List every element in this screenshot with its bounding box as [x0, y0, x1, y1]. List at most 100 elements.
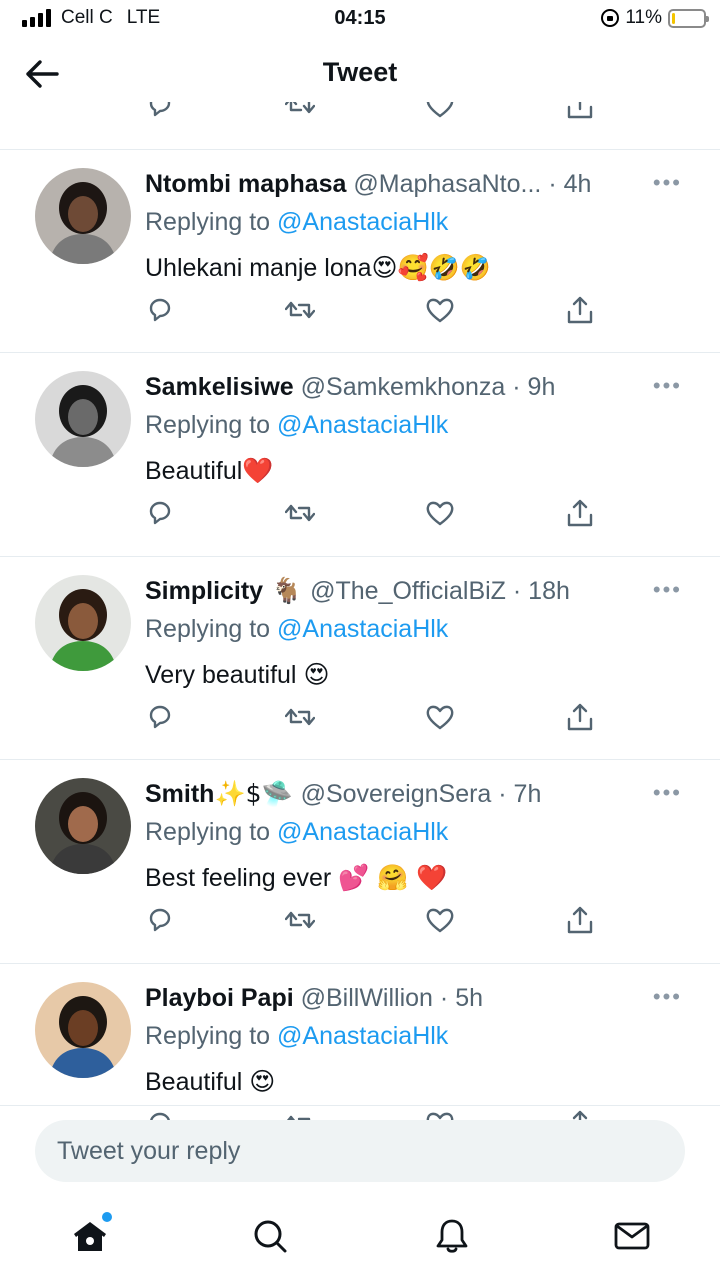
reply-button[interactable] [145, 702, 175, 732]
tweet-body: Beautiful [145, 1068, 250, 1096]
reply-input[interactable] [35, 1120, 685, 1182]
avatar[interactable] [35, 575, 131, 671]
display-name[interactable]: Playboi Papi [145, 984, 294, 1012]
user-handle[interactable]: @The_OfficialBiZ [310, 577, 506, 605]
replying-to-link[interactable]: @AnastaciaHlk [277, 1022, 448, 1050]
share-button[interactable] [565, 295, 595, 325]
retweet-button[interactable] [285, 702, 315, 732]
messages-icon [614, 1222, 650, 1250]
retweet-button[interactable] [285, 295, 315, 325]
reply-button[interactable] [145, 295, 175, 325]
search-icon [254, 1220, 287, 1253]
notifications-icon [436, 1219, 468, 1253]
name-emoji: ✨$🛸 [214, 779, 301, 808]
tweet-emojis: 😍 [303, 660, 330, 689]
like-button[interactable] [425, 905, 455, 935]
tab-notifications[interactable] [430, 1214, 474, 1258]
user-handle[interactable]: @Samkemkhonza [301, 373, 506, 401]
timestamp: · 4h [548, 170, 592, 198]
timestamp: · 5h [439, 984, 484, 1012]
tweet-text: Very beautiful 😍 [145, 658, 330, 692]
previous-tweet-actions [0, 102, 720, 126]
display-name[interactable]: Smith [145, 780, 214, 808]
tab-home[interactable] [68, 1212, 112, 1258]
retweet-icon [285, 301, 315, 319]
replying-to-link[interactable]: @AnastaciaHlk [277, 615, 448, 643]
more-options-icon[interactable]: ••• [653, 577, 682, 603]
timestamp: · 9h [512, 373, 556, 401]
like-button[interactable] [425, 498, 455, 528]
user-handle[interactable]: @BillWillion [301, 984, 433, 1012]
avatar[interactable] [35, 168, 131, 264]
share-icon [567, 296, 593, 324]
avatar[interactable] [35, 371, 131, 467]
share-button[interactable] [565, 702, 595, 732]
share-icon[interactable] [565, 102, 595, 120]
reply-box[interactable] [35, 1120, 685, 1182]
reply-button[interactable] [145, 905, 175, 935]
tweet-emojis: ❤️ [242, 456, 274, 485]
retweet-icon[interactable] [285, 102, 315, 120]
share-button[interactable] [565, 498, 595, 528]
avatar[interactable] [35, 982, 131, 1078]
reply-button[interactable] [145, 498, 175, 528]
share-icon [567, 499, 593, 527]
tab-messages[interactable] [610, 1214, 654, 1258]
replying-to-link[interactable]: @AnastaciaHlk [277, 818, 448, 846]
replying-to: Replying to @AnastaciaHlk [145, 1020, 448, 1052]
tweet-card[interactable]: Ntombi maphasa @MaphasaNto... · 4h ••• Rep… [0, 150, 720, 353]
status-bar: Cell C LTE 04:15 11% [0, 0, 720, 40]
tweet-actions [145, 295, 605, 327]
more-options-icon[interactable]: ••• [653, 170, 682, 196]
page-title: Tweet [322, 57, 398, 87]
timestamp: · 18h [512, 577, 570, 605]
display-name[interactable]: Ntombi maphasa [145, 170, 346, 198]
like-icon [426, 298, 454, 323]
tweet-emojis: 💕 🤗 ❤️ [338, 863, 448, 892]
replying-label: Replying to [145, 615, 278, 643]
share-icon [567, 703, 593, 731]
header: Tweet [0, 40, 720, 108]
replying-to-link[interactable]: @AnastaciaHlk [277, 208, 448, 236]
tweet-text: Uhlekani manje lona😍🥰🤣🤣 [145, 251, 491, 285]
user-handle[interactable]: @SovereignSera [301, 780, 492, 808]
reply-icon [149, 298, 171, 322]
tweet-body: Beautiful [145, 457, 243, 485]
user-handle[interactable]: @MaphasaNto... [353, 170, 541, 198]
home-icon [74, 1222, 106, 1251]
retweet-button[interactable] [285, 905, 315, 935]
battery-icon [668, 8, 709, 28]
like-icon [426, 908, 454, 933]
battery-fill [672, 12, 676, 24]
tweet-actions [145, 498, 605, 530]
display-name[interactable]: Simplicity [145, 577, 263, 605]
more-options-icon[interactable]: ••• [653, 984, 682, 1010]
tweet-card[interactable]: Simplicity 🐐 @The_OfficialBiZ · 18h ••• Re… [0, 557, 720, 760]
display-name[interactable]: Samkelisiwe [145, 373, 294, 401]
tweet-emojis: 😍 [249, 1067, 276, 1096]
share-icon [567, 906, 593, 934]
like-icon [426, 501, 454, 526]
share-button[interactable] [565, 905, 595, 935]
retweet-icon [285, 504, 315, 522]
tweet-body: Very beautiful [145, 661, 304, 689]
replying-label: Replying to [145, 1022, 278, 1050]
tweet-text: Beautiful 😍 [145, 1065, 275, 1099]
tweet-header: Playboi Papi @BillWillion · 5h [145, 982, 645, 1014]
more-options-icon[interactable]: ••• [653, 780, 682, 806]
tweet-actions [145, 905, 605, 937]
tab-search[interactable] [248, 1214, 292, 1258]
tweet-header: Simplicity 🐐 @The_OfficialBiZ · 18h [145, 575, 645, 607]
tweet-card[interactable]: Smith✨$🛸 @SovereignSera · 7h ••• Replying … [0, 760, 720, 963]
reply-icon[interactable] [145, 102, 175, 120]
retweet-button[interactable] [285, 498, 315, 528]
like-icon[interactable] [425, 102, 455, 120]
reply-icon [149, 501, 171, 525]
more-options-icon[interactable]: ••• [653, 373, 682, 399]
avatar[interactable] [35, 778, 131, 874]
tweet-card[interactable]: Samkelisiwe @Samkemkhonza · 9h ••• Replyin… [0, 353, 720, 556]
like-button[interactable] [425, 702, 455, 732]
replying-to-link[interactable]: @AnastaciaHlk [277, 411, 448, 439]
replying-to: Replying to @AnastaciaHlk [145, 816, 448, 848]
like-button[interactable] [425, 295, 455, 325]
